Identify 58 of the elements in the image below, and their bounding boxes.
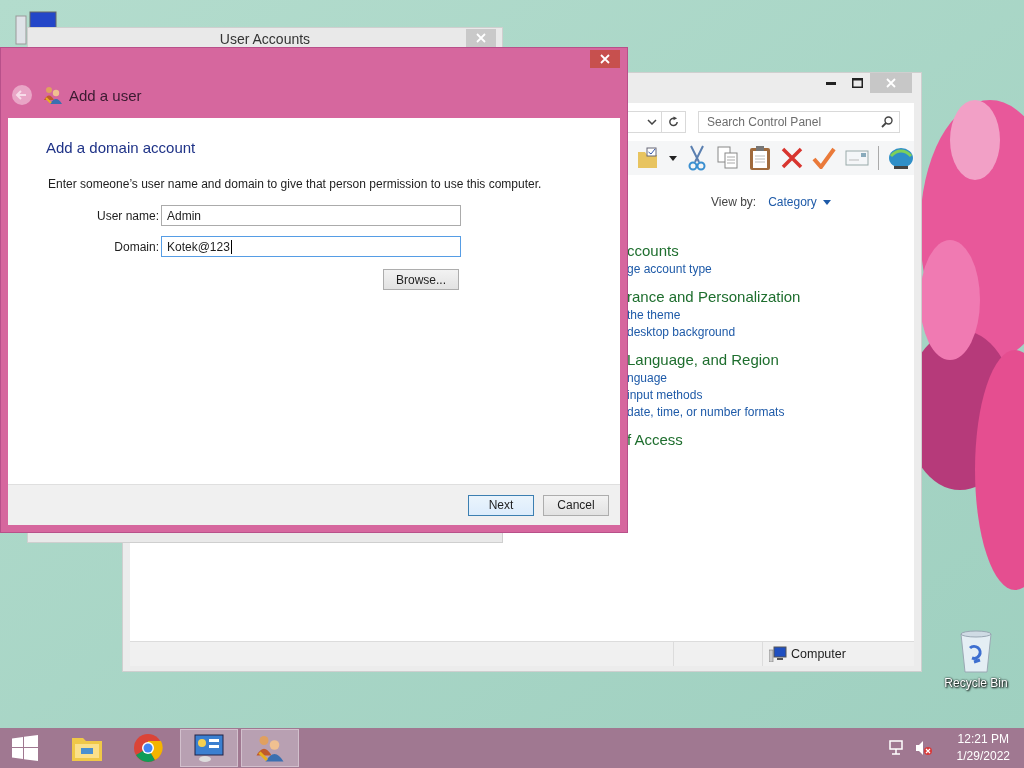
caret-icon <box>822 199 831 205</box>
category-heading[interactable]: f Access <box>627 430 914 450</box>
scissors-icon[interactable] <box>686 145 708 171</box>
window-title: User Accounts <box>219 31 311 48</box>
dialog-button[interactable]: Cancel <box>543 494 609 516</box>
copy-icon[interactable] <box>717 146 739 170</box>
dialog-title: Add a user <box>69 86 142 104</box>
delete-icon[interactable] <box>781 147 803 169</box>
field-label: User name: <box>95 208 159 223</box>
category-link[interactable]: desktop background <box>627 324 914 341</box>
muted-speaker-icon[interactable] <box>914 740 933 756</box>
text-field[interactable]: Kotek@123 <box>161 236 461 257</box>
refresh-button[interactable] <box>662 111 686 133</box>
category-heading[interactable]: rance and Personalization <box>627 287 914 307</box>
search-icon <box>881 116 893 128</box>
users-icon <box>255 733 285 763</box>
recycle-bin-icon[interactable] <box>958 630 994 674</box>
close-icon <box>886 78 896 88</box>
computer-icon <box>769 646 787 662</box>
close-button[interactable] <box>590 50 620 68</box>
category-link[interactable]: ge account type <box>627 261 914 278</box>
computer-icon[interactable] <box>14 10 58 46</box>
clock-time[interactable]: 12:21 PM <box>957 731 1009 748</box>
search-field[interactable]: Search Control Panel <box>698 111 900 133</box>
category-heading[interactable]: Language, and Region <box>627 350 914 370</box>
text-field[interactable]: Admin <box>161 205 461 226</box>
clock-date[interactable]: 1/29/2022 <box>956 748 1010 765</box>
folder-icon[interactable] <box>636 146 660 170</box>
browser-icon <box>133 733 163 763</box>
dialog-heading: Add a domain account <box>46 138 197 158</box>
windows-logo-icon <box>12 735 38 761</box>
users-icon <box>43 85 63 105</box>
chevron-icon <box>647 119 657 125</box>
dialog-button[interactable]: Next <box>468 494 534 516</box>
clipboard-icon[interactable] <box>748 145 772 171</box>
network-icon[interactable] <box>888 740 905 756</box>
view-by-dropdown[interactable]: Category <box>768 195 831 209</box>
control-panel-icon <box>193 733 225 763</box>
back-icon[interactable] <box>11 84 33 106</box>
category-heading[interactable]: ccounts <box>627 241 914 261</box>
close-icon <box>476 33 486 43</box>
maximize-icon <box>851 78 863 88</box>
close-icon <box>600 54 610 64</box>
description-text: Enter someone’s user name and domain to give that person permission to use this computer. <box>48 176 543 192</box>
caret-icon[interactable] <box>669 155 677 161</box>
status-location: Computer <box>791 647 846 661</box>
minimize-icon <box>826 81 836 85</box>
category-link[interactable]: date, time, or number formats <box>627 404 914 421</box>
view-by-label: View by: <box>711 195 757 209</box>
refresh-icon <box>668 116 679 128</box>
category-link[interactable]: the theme <box>627 307 914 324</box>
category-link[interactable]: input methods <box>627 387 914 404</box>
browse-button[interactable]: Browse... <box>383 269 459 290</box>
card-icon[interactable] <box>845 150 869 166</box>
field-label: Domain: <box>113 239 159 254</box>
category-link[interactable]: nguage <box>627 370 914 387</box>
checkmark-icon[interactable] <box>812 147 836 169</box>
taskbar-button[interactable] <box>180 729 238 767</box>
